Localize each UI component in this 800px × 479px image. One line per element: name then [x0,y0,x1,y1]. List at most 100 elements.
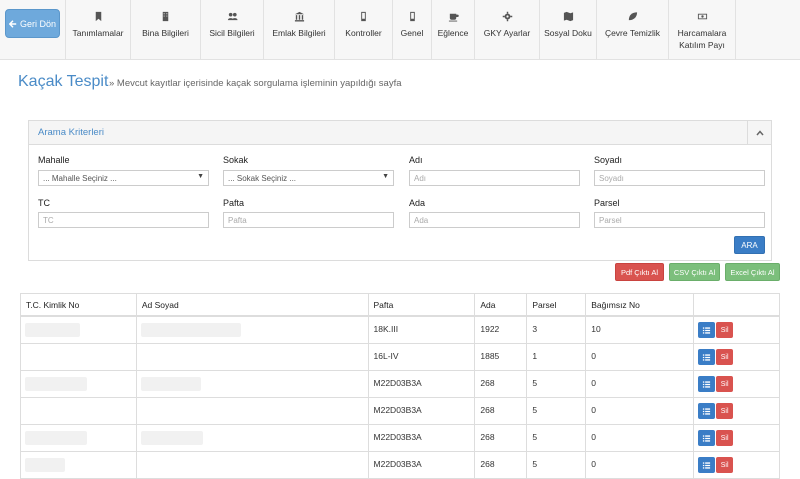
nav-item-çevre-temizlik[interactable]: Çevre Temizlik [596,0,668,60]
search-button[interactable]: ARA [734,236,765,254]
ada-cell: 1922 [475,317,528,343]
details-button[interactable] [698,403,716,419]
list-icon [703,461,711,469]
caret-down-icon: ▼ [197,173,204,180]
nav-item-tanımlamalar[interactable]: Tanımlamalar [65,0,130,60]
nav-item-sosyal-doku[interactable]: Sosyal Doku [539,0,596,60]
ada-label: Ada [409,198,426,208]
coffee-icon [447,10,459,22]
page-title: Kaçak Tespit [18,73,109,90]
column-header-actions [694,294,780,315]
search-panel-title: Arama Kriterleri [38,127,104,138]
csv-export-button[interactable]: CSV Çıktı Al [669,263,720,281]
nav-item-label: Harcamalara Katılım Payı [677,28,727,50]
details-button[interactable] [698,349,716,365]
gear-icon [501,10,513,22]
nav-item-genel[interactable]: Genel [392,0,431,60]
ad-soyad-cell [137,398,369,424]
nav-item-bina-bilgileri[interactable]: Bina Bilgileri [130,0,200,60]
ada-cell: 268 [475,371,528,397]
pdf-export-button[interactable]: Pdf Çıktı Al [615,263,664,281]
pafta-input[interactable]: Pafta [223,212,394,228]
actions-cell: Sil [694,371,780,397]
column-header-parsel[interactable]: Parsel [527,294,587,315]
bagimsiz-no-cell: 0 [586,452,695,478]
delete-button[interactable]: Sil [716,430,734,446]
ada-cell: 268 [475,398,528,424]
nav-item-label: GKY Ayarlar [483,28,531,38]
pafta-cell: M22D03B3A [369,398,476,424]
page-description: » Mevcut kayıtlar içerisinde kaçak sorgu… [109,78,402,89]
tc-cell [21,425,137,451]
nav-item-sicil-bilgileri[interactable]: Sicil Bilgileri [200,0,263,60]
sokak-select[interactable]: ... Sokak Seçiniz ... ▼ [223,170,394,186]
actions-cell: Sil [694,425,780,451]
tc-cell [21,452,137,478]
column-header-ada[interactable]: Ada [475,294,528,315]
redacted-value [140,377,201,391]
phone-icon [358,10,370,22]
back-button[interactable]: Geri Dön [5,9,60,38]
delete-button[interactable]: Sil [716,322,734,338]
table-row: M22D03B3A 268 5 0 Sil [21,452,780,479]
leaf-icon [627,10,639,22]
nav-item-label: Tanımlamalar [72,28,124,38]
column-header-pafta[interactable]: Pafta [369,294,476,315]
arrow-left-icon [8,19,17,28]
ada-cell: 268 [475,425,528,451]
details-button[interactable] [698,322,716,338]
nav-item-kontroller[interactable]: Kontroller [334,0,392,60]
tc-cell [21,317,137,343]
column-header-ad-soyad[interactable]: Ad Soyad [137,294,369,315]
nav-item-label: Sosyal Doku [544,28,592,38]
excel-export-button[interactable]: Excel Çıktı Al [725,263,780,281]
nav-item-label: Eğlence [437,28,469,38]
bank-icon [293,10,305,22]
search-panel-header: Arama Kriterleri [29,121,771,145]
parsel-cell: 5 [527,452,587,478]
parsel-input[interactable]: Parsel [594,212,765,228]
main-menu: Tanımlamalar Bina Bilgileri Sicil Bilgiler… [65,0,736,60]
table-header-row: T.C. Kimlik No Ad Soyad Pafta Ada Parsel… [21,294,780,317]
search-panel: Arama Kriterleri Mahalle ... Mahalle Seç… [28,120,772,261]
row-actions: Sil [698,430,734,446]
soyadi-label: Soyadı [594,155,623,165]
nav-item-eğlence[interactable]: Eğlence [431,0,474,60]
money-icon [696,10,708,22]
building-icon [160,10,172,22]
soyadi-input[interactable]: Soyadı [594,170,765,186]
details-button[interactable] [698,376,716,392]
redacted-value [25,458,65,472]
nav-item-label: Çevre Temizlik [604,28,661,38]
details-button[interactable] [698,430,716,446]
redacted-value [140,323,241,337]
pafta-cell: M22D03B3A [369,425,476,451]
parsel-cell: 1 [527,344,587,370]
delete-button[interactable]: Sil [716,349,734,365]
collapse-button[interactable] [747,121,771,144]
nav-item-label: Emlak Bilgileri [272,28,326,38]
mahalle-select-value: ... Mahalle Seçiniz ... [43,174,117,183]
pafta-cell: M22D03B3A [369,371,476,397]
adi-input[interactable]: Adı [409,170,580,186]
nav-item-harcamalara-katılım-payı[interactable]: Harcamalara Katılım Payı [668,0,736,60]
tc-input[interactable]: TC [38,212,209,228]
row-actions: Sil [698,322,734,338]
list-icon [703,326,711,334]
delete-button[interactable]: Sil [716,376,734,392]
ada-input[interactable]: Ada [409,212,580,228]
list-icon [703,353,711,361]
mahalle-select[interactable]: ... Mahalle Seçiniz ... ▼ [38,170,209,186]
back-button-label: Geri Dön [19,18,56,29]
chevron-up-icon [755,129,764,135]
top-navigation: Geri Dön Tanımlamalar Bina Bilgileri Sicil… [0,0,800,60]
nav-item-emlak-bilgileri[interactable]: Emlak Bilgileri [263,0,334,60]
ad-soyad-cell [137,344,369,370]
sokak-select-value: ... Sokak Seçiniz ... [228,174,297,183]
details-button[interactable] [698,457,716,473]
column-header-tc[interactable]: T.C. Kimlik No [21,294,137,315]
delete-button[interactable]: Sil [716,457,734,473]
column-header-bagimsiz-no[interactable]: Bağımsız No [586,294,695,315]
nav-item-gky-ayarlar[interactable]: GKY Ayarlar [474,0,539,60]
delete-button[interactable]: Sil [716,403,734,419]
